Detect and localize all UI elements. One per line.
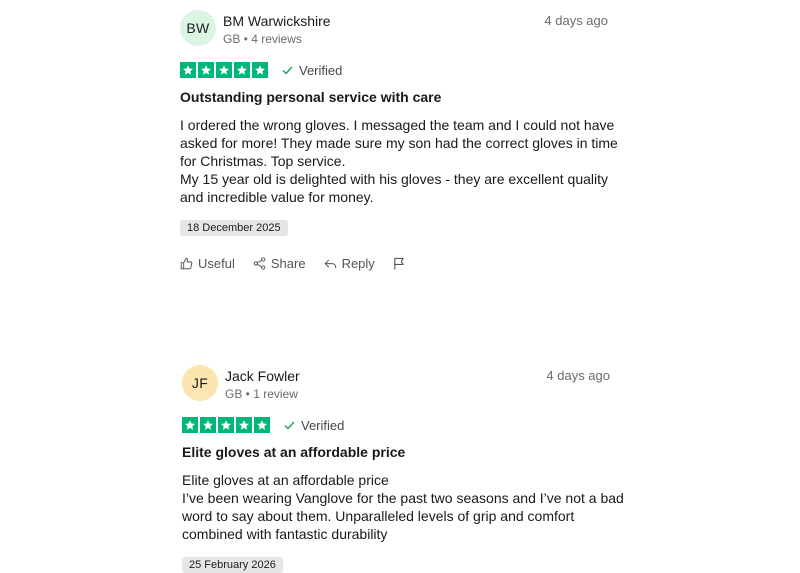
check-icon <box>282 66 293 74</box>
review-title[interactable]: Outstanding personal service with care <box>180 89 610 105</box>
star-rating <box>182 417 270 433</box>
review-date-ago: 4 days ago <box>546 368 610 383</box>
review-body-line: Elite gloves at an affordable price <box>182 472 389 488</box>
flag-icon <box>394 257 404 270</box>
review-header: JF Jack Fowler GB • 1 review 4 days ago <box>182 365 612 411</box>
reviewer-name[interactable]: BM Warwickshire <box>223 13 331 29</box>
rating-row: Verified <box>180 61 610 79</box>
reply-button[interactable]: Reply <box>324 256 375 271</box>
reply-label: Reply <box>341 256 375 271</box>
verified-badge[interactable]: Verified <box>282 63 342 78</box>
star-icon <box>236 417 252 433</box>
report-button[interactable] <box>393 257 410 270</box>
star-icon <box>218 417 234 433</box>
review-body-line: combined with fantastic durability <box>182 526 388 542</box>
review-body-line: I ordered the wrong gloves. I messaged t… <box>180 117 615 133</box>
star-icon <box>252 62 268 78</box>
review-body-line: word to say about them. Unparalleled lev… <box>182 508 575 524</box>
star-icon <box>198 62 214 78</box>
star-icon <box>254 417 270 433</box>
review-header: BW BM Warwickshire GB • 4 reviews 4 days… <box>180 10 610 56</box>
avatar[interactable]: BW <box>180 10 216 46</box>
reviewer-meta: GB • 4 reviews <box>223 32 302 46</box>
review-body-line: and incredible value for money. <box>180 189 374 205</box>
share-icon <box>253 257 266 270</box>
rating-row: Verified <box>182 416 612 434</box>
review-body-line: for Christmas. Top service. <box>180 153 346 169</box>
review-body-line: I’ve been wearing Vanglove for the past … <box>182 490 624 506</box>
experience-date: 18 December 2025 <box>180 220 288 236</box>
review-body: I ordered the wrong gloves. I messaged t… <box>180 116 620 206</box>
review-card: BW BM Warwickshire GB • 4 reviews 4 days… <box>180 10 618 271</box>
share-button[interactable]: Share <box>253 256 306 271</box>
star-icon <box>182 417 198 433</box>
verified-badge[interactable]: Verified <box>284 418 344 433</box>
review-date-ago: 4 days ago <box>544 13 608 28</box>
useful-button[interactable]: Useful <box>180 256 235 271</box>
experience-date: 25 February 2026 <box>182 557 283 573</box>
avatar[interactable]: JF <box>182 365 218 401</box>
star-icon <box>200 417 216 433</box>
useful-label: Useful <box>198 256 235 271</box>
review-card: JF Jack Fowler GB • 1 review 4 days ago … <box>182 365 624 573</box>
review-body-line: asked for more! They made sure my son ha… <box>180 135 618 151</box>
star-icon <box>234 62 250 78</box>
share-label: Share <box>270 256 306 271</box>
review-body-line: My 15 year old is delighted with his glo… <box>180 171 608 187</box>
reviewer-meta: GB • 1 review <box>225 387 298 401</box>
review-title[interactable]: Elite gloves at an affordable price <box>182 444 612 460</box>
star-icon <box>216 62 232 78</box>
verified-label: Verified <box>301 417 345 433</box>
thumbs-up-icon <box>180 257 193 270</box>
reviewer-name[interactable]: Jack Fowler <box>225 368 300 384</box>
star-rating <box>180 62 268 78</box>
check-icon <box>284 421 295 429</box>
reply-icon <box>324 259 336 268</box>
review-body: Elite gloves at an affordable price I’ve… <box>182 471 624 543</box>
verified-label: Verified <box>299 62 343 78</box>
star-icon <box>180 62 196 78</box>
review-actions: Useful Share Reply <box>180 256 610 271</box>
